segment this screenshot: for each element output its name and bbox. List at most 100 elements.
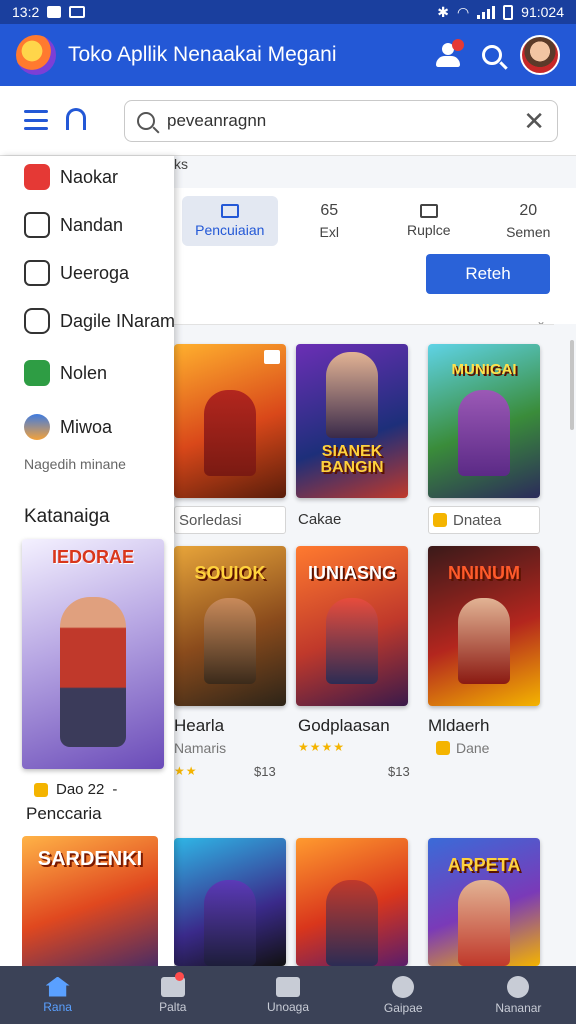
tab-label: Semen	[506, 224, 551, 240]
signal-icon	[477, 5, 496, 19]
featured-meta-suffix: -	[112, 781, 118, 798]
tile-title: SARDENKI	[37, 848, 143, 870]
nav-label: Gaipae	[383, 1000, 423, 1015]
drawer-item-naokar[interactable]: Naokar	[24, 162, 118, 192]
library-icon	[24, 260, 50, 286]
camera-icon	[24, 308, 50, 334]
drawer-sub-label: Nagedih minane	[24, 456, 126, 472]
tile-art	[458, 390, 510, 476]
game-subtitle-wrap: Dane	[436, 740, 489, 756]
menu-icon[interactable]	[24, 110, 48, 130]
tab-semen[interactable]: 20 Semen	[481, 196, 576, 246]
drawer-item-ueeroga[interactable]: Ueeroga	[24, 258, 129, 288]
tab-exl[interactable]: 65 Exl	[282, 196, 378, 246]
tab-label: Ruplce	[406, 222, 451, 238]
game-name[interactable]: Hearla	[174, 716, 224, 736]
game-tile[interactable]	[174, 344, 286, 498]
coin-icon	[436, 741, 450, 755]
app-title: Toko Apllik Nenaakai Megani	[68, 43, 337, 66]
coin-icon	[34, 782, 48, 797]
bottom-nav: Rana Palta Unoaga Gaipae Nananar	[0, 966, 576, 1024]
tile-title: ARPETA	[447, 855, 521, 875]
drawer-item-label: Ueeroga	[60, 262, 130, 283]
notification-dot	[452, 39, 464, 51]
landscape-icon	[24, 414, 50, 440]
drawer-item-label: Naokar	[60, 166, 119, 187]
edit-icon	[24, 212, 50, 238]
search-field-icon	[137, 112, 155, 130]
game-tile[interactable]	[174, 838, 286, 966]
game-tile[interactable]: MUNIGAI	[428, 344, 540, 498]
tab-icon	[419, 204, 438, 218]
nav-rana[interactable]: Rana	[0, 966, 115, 1024]
drawer-item-miwoa[interactable]: Miwoa	[24, 412, 112, 442]
featured-art	[60, 597, 126, 747]
nav-unoaga[interactable]: Unoaga	[230, 966, 345, 1024]
drawer-item-nandan[interactable]: Nandan	[24, 210, 123, 240]
search-icon[interactable]	[482, 45, 502, 65]
tab-label: Exl	[319, 224, 339, 240]
scrollbar[interactable]	[570, 340, 574, 430]
game-tile[interactable]: ARPETA	[428, 838, 540, 966]
battery-icon	[503, 4, 514, 20]
game-name[interactable]: Mldaerh	[428, 716, 489, 736]
game-subtitle: Namaris	[174, 740, 227, 756]
tile-title: SOUIOK	[194, 563, 266, 583]
tile-art	[458, 880, 510, 966]
chevron-down-icon[interactable]: ⌄	[536, 314, 546, 328]
tab-number: 20	[519, 202, 538, 219]
notification-icon	[47, 6, 62, 18]
search-input[interactable]	[167, 111, 524, 131]
game-tile[interactable]	[296, 838, 408, 966]
nav-label: Unoaga	[266, 999, 310, 1014]
nav-gaipae[interactable]: Gaipae	[346, 966, 461, 1024]
home-icon[interactable]	[66, 108, 86, 130]
refresh-button[interactable]: Reteh	[426, 254, 550, 294]
home-icon	[45, 976, 70, 997]
bluetooth-icon: ✱	[437, 3, 449, 20]
drawer-item-nolen[interactable]: Nolen	[24, 358, 107, 388]
profile-icon	[507, 975, 530, 998]
tab-label: Pencuiaian	[195, 222, 265, 238]
drawer-item-label: Nolen	[60, 362, 108, 383]
tile-label: Cakae	[298, 511, 342, 528]
game-tile[interactable]: NNINUM	[428, 546, 540, 706]
game-tile[interactable]: SOUIOK	[174, 546, 286, 706]
close-icon[interactable]: ✕	[523, 108, 545, 134]
nav-nananar[interactable]: Nananar	[461, 966, 576, 1024]
game-tile[interactable]: SIANEK BANGIN	[296, 344, 408, 498]
drawer-item-label: Nandan	[60, 214, 124, 235]
download-count: $13	[254, 764, 276, 779]
tab-pencuiaian[interactable]: Pencuiaian	[182, 196, 278, 246]
rating-stars: ★★	[174, 764, 198, 778]
tile-art	[326, 598, 378, 684]
tab-ruplce[interactable]: Ruplce	[381, 196, 477, 246]
nav-palta[interactable]: Palta	[115, 966, 230, 1024]
tile-badge-icon	[264, 350, 280, 364]
drawer-item-dagile[interactable]: Dagile INarama	[24, 306, 174, 336]
drawer-footer-label: Penccaria	[26, 804, 102, 823]
featured-game-card[interactable]: IEDORAE	[22, 539, 164, 769]
nav-drawer: Naokar Nandan Ueeroga Dagile INarama Nol…	[0, 156, 174, 966]
store-icon	[24, 360, 50, 386]
tile-title: SIANEK BANGIN	[320, 443, 384, 476]
tile-art	[204, 598, 256, 684]
search-box[interactable]: ✕	[124, 100, 558, 142]
avatar[interactable]	[520, 35, 560, 75]
status-bar: 13:2 ✱ ◠ 91:024	[0, 0, 576, 24]
drawer-item-label: Dagile INarama	[60, 310, 174, 331]
game-tile[interactable]: SARDENKI	[22, 836, 158, 966]
tile-label: Sorledasi	[174, 506, 286, 534]
wifi-icon: ◠	[456, 3, 470, 20]
apps-icon	[24, 164, 50, 190]
game-name[interactable]: Godplaasan	[298, 716, 390, 736]
breadcrumb: ks	[174, 156, 188, 172]
status-time: 13:2	[12, 4, 40, 20]
main-content: ks Pencuiaian 65 Exl Ruplce 20 Semen Ret…	[174, 156, 576, 966]
tile-title: MUNIGAI	[451, 361, 517, 378]
account-notification-icon[interactable]	[432, 39, 464, 71]
games-icon	[392, 975, 415, 998]
game-subtitle: Dane	[456, 740, 490, 756]
nav-label: Rana	[43, 999, 72, 1014]
game-tile[interactable]: IUNIASNG	[296, 546, 408, 706]
